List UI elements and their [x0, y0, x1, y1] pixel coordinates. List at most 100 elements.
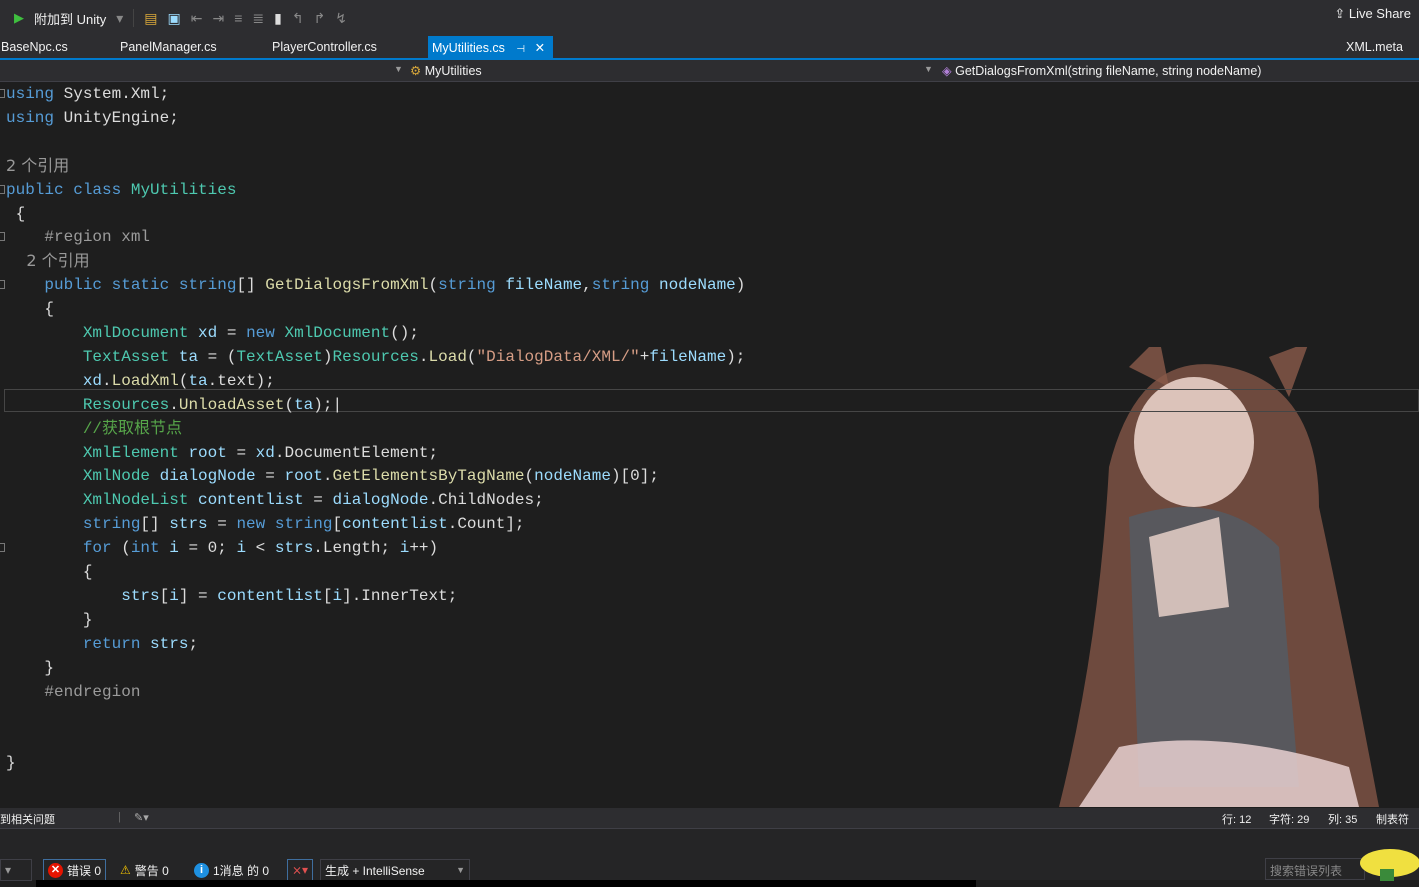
code-token: static	[111, 276, 170, 295]
code-line[interactable]: XmlElement root = xd.DocumentElement;	[6, 441, 438, 465]
code-line[interactable]: XmlNodeList contentlist = dialogNode.Chi…	[6, 488, 544, 512]
attach-unity-button[interactable]: 附加到 Unity	[34, 9, 106, 28]
divider	[133, 9, 135, 27]
code-token: }	[6, 658, 55, 677]
code-token: contentlist	[217, 586, 323, 605]
code-line[interactable]: {	[6, 202, 26, 226]
errors-filter-button[interactable]: ✕ 错误 0	[43, 859, 107, 881]
code-line[interactable]: public class MyUtilities	[6, 178, 236, 202]
code-token: #endregion	[6, 682, 141, 701]
code-line[interactable]: XmlDocument xd = new XmlDocument();	[6, 321, 419, 345]
comment-icon[interactable]: ≡	[234, 10, 242, 26]
fold-marker-icon[interactable]	[0, 232, 5, 242]
code-line[interactable]: XmlNode dialogNode = root.GetElementsByT…	[6, 464, 659, 488]
code-line[interactable]: #endregion	[6, 680, 140, 704]
find-in-files-icon[interactable]: ▤	[144, 10, 157, 27]
bookmark-icon[interactable]: ▮	[274, 10, 282, 27]
code-token: )	[735, 276, 746, 295]
code-line[interactable]: string[] strs = new string[contentlist.C…	[6, 512, 525, 536]
code-token: System.Xml;	[54, 85, 170, 103]
messages-count: 1消息 的 0	[213, 863, 270, 878]
brush-icon[interactable]: ✎▾	[134, 811, 149, 824]
code-token: i	[169, 539, 179, 558]
tab-label: MyUtilities.cs	[432, 41, 505, 55]
uncomment-icon[interactable]: ≣	[252, 10, 264, 27]
code-line[interactable]: //获取根节点	[6, 417, 182, 441]
code-line[interactable]: using UnityEngine;	[6, 106, 179, 130]
code-token: (	[466, 347, 477, 366]
line-number: 行: 12	[1222, 814, 1252, 826]
tab-xml-meta[interactable]: XML.meta	[1346, 40, 1403, 54]
code-line[interactable]: TextAsset ta = (TextAsset)Resources.Load…	[6, 345, 746, 369]
code-token: 2 个引用	[6, 251, 90, 271]
code-line[interactable]: Resources.UnloadAsset(ta);|	[6, 393, 342, 417]
fold-marker-icon[interactable]	[0, 280, 5, 290]
code-token: .Count];	[447, 515, 525, 534]
code-line[interactable]: for (int i = 0; i < strs.Length; i++)	[6, 536, 438, 560]
code-line[interactable]: }	[6, 751, 16, 775]
issues-label[interactable]: 到相关问题	[0, 811, 55, 827]
class-dropdown[interactable]: ⚙ MyUtilities	[410, 63, 482, 78]
code-token: using	[6, 85, 55, 103]
pin-icon[interactable]: ⊣	[516, 44, 525, 55]
tab-playercontroller[interactable]: PlayerController.cs	[272, 40, 377, 54]
fold-marker-icon[interactable]	[0, 543, 5, 553]
play-icon[interactable]: ▶	[14, 10, 24, 26]
tab-panelmanager[interactable]: PanelManager.cs	[120, 40, 217, 54]
code-line[interactable]: 2 个引用	[6, 249, 90, 273]
scope-dropdown[interactable]: ▾	[0, 859, 32, 881]
fold-marker-icon[interactable]	[0, 184, 5, 194]
code-token: }	[6, 610, 93, 629]
tab-basenpc[interactable]: BaseNpc.cs	[1, 40, 68, 54]
tabs-mode[interactable]: 制表符	[1376, 811, 1409, 827]
code-line[interactable]: #region xml	[6, 225, 150, 249]
browser-icon[interactable]: ▣	[168, 10, 181, 27]
warnings-filter-button[interactable]: ⚠ 警告 0	[116, 859, 173, 881]
code-token: xd	[198, 324, 218, 342]
indent-icon[interactable]: ⇤	[191, 10, 203, 27]
filter-icon[interactable]: ⨯▾	[287, 859, 314, 881]
code-token: root	[284, 467, 323, 486]
dropdown-arrow-icon[interactable]: ▾	[116, 10, 123, 27]
code-line[interactable]: return strs;	[6, 632, 198, 656]
fold-marker-icon[interactable]	[0, 89, 5, 98]
messages-filter-button[interactable]: i 1消息 的 0	[190, 859, 273, 881]
search-error-list-input[interactable]: 搜索错误列表	[1265, 858, 1365, 880]
build-scope-dropdown[interactable]: 生成 + IntelliSense ▼	[320, 859, 470, 881]
errors-count: 错误 0	[67, 863, 102, 878]
code-token: +	[639, 347, 650, 366]
code-token: GetDialogsFromXml	[265, 276, 429, 295]
code-token: xd	[82, 371, 103, 390]
code-line[interactable]: {	[6, 297, 54, 321]
live-share-button[interactable]: ⇪ Live Share	[1334, 6, 1411, 22]
code-token: ,	[582, 276, 592, 295]
chevron-down-icon[interactable]: ▼	[924, 64, 933, 74]
code-line[interactable]: {	[6, 560, 93, 584]
code-line[interactable]: public static string[] GetDialogsFromXml…	[6, 273, 745, 297]
code-line[interactable]: strs[i] = contentlist[i].InnerText;	[6, 584, 457, 608]
clear-bookmarks-icon[interactable]: ↯	[335, 10, 347, 27]
outdent-icon[interactable]: ⇥	[212, 10, 224, 27]
code-editor[interactable]: using System.Xml; using UnityEngine; 2 个引用…	[0, 82, 1419, 808]
code-line[interactable]: xd.LoadXml(ta.text);	[6, 369, 275, 393]
member-dropdown[interactable]: ◈ GetDialogsFromXml(string fileName, str…	[942, 63, 1261, 78]
code-line[interactable]: using System.Xml;	[6, 82, 169, 106]
chevron-down-icon[interactable]: ▼	[394, 64, 403, 74]
code-token: new	[236, 515, 266, 534]
code-token: UnloadAsset	[178, 395, 285, 414]
tab-myutilities[interactable]: MyUtilities.cs ⊣ ✕	[428, 36, 554, 58]
code-token: i	[236, 539, 247, 558]
close-icon[interactable]: ✕	[535, 41, 545, 55]
chevron-down-icon: ▼	[456, 865, 465, 875]
next-bookmark-icon[interactable]: ↱	[314, 10, 326, 27]
code-line[interactable]: 2 个引用	[6, 154, 69, 178]
code-line[interactable]: }	[6, 656, 54, 680]
divider: |	[118, 811, 121, 823]
code-line[interactable]: }	[6, 608, 93, 632]
prev-bookmark-icon[interactable]: ↰	[292, 10, 304, 27]
